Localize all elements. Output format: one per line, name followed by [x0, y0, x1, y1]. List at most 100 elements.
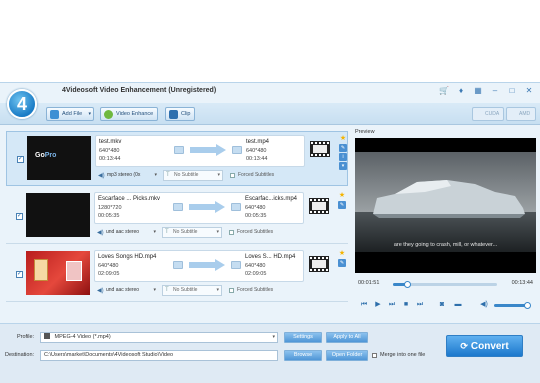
profile-select[interactable]: MPEG-4 Video (*.mp4) ▾ [40, 332, 278, 343]
source-name: Escarface ... Picks.mkv [98, 196, 161, 202]
audio-select[interactable]: mp3 stereo (0x ▾ [107, 171, 157, 181]
apply-to-all-button[interactable]: Apply to All [326, 332, 368, 343]
stop-icon[interactable]: ■ [401, 300, 411, 310]
edit-icon[interactable]: ✎ [338, 259, 346, 267]
source-resolution: 1280*720 [98, 205, 122, 211]
row-tools: ★ ✎ i ▾ [339, 134, 349, 184]
video-enhance-label: Video Enhance [116, 111, 154, 117]
file-row[interactable]: ✓ Loves Songs HD.mp4 640*480 02:09:05 Lo… [6, 247, 348, 302]
grid-icon[interactable]: ▦ [473, 86, 483, 96]
file-info: test.mkv 640*480 00:13:44 test.mp4 640*4… [95, 135, 305, 167]
skip-end-icon[interactable]: ⏭ [415, 300, 425, 310]
video-subtitle: are they going to crash, mill, or whatev… [393, 242, 498, 248]
source-duration: 02:09:05 [98, 271, 120, 277]
previous-icon[interactable]: ⏮ [359, 300, 369, 310]
toolbar: Add File ▾ Video Enhance Clip CUDA AMD [0, 103, 540, 125]
subtitle-icon: T [166, 172, 170, 178]
edit-icon[interactable]: ✎ [338, 201, 346, 209]
convert-button[interactable]: ⟳ Convert [446, 335, 523, 357]
play-icon[interactable]: ▶ [373, 300, 383, 310]
chevron-down-icon: ▾ [154, 172, 157, 178]
star-icon[interactable]: ★ [339, 135, 347, 143]
chevron-down-icon[interactable]: ▾ [88, 108, 91, 120]
file-row[interactable]: ✓ GoPro test.mkv 640*480 00:13:44 test.m… [6, 131, 348, 186]
video-thumbnail [26, 193, 90, 237]
forced-subtitles-checkbox[interactable]: Forced Subtitles [229, 228, 273, 237]
convert-label: Convert [470, 341, 509, 352]
minimize-icon[interactable]: – [490, 86, 500, 96]
key-icon[interactable]: ♦ [456, 86, 466, 96]
chevron-down-icon: ▾ [216, 229, 219, 235]
subtitle-select[interactable]: T No Subtitle ▾ [162, 285, 222, 296]
refresh-icon: ⟳ [460, 341, 468, 351]
current-time: 00:01:51 [358, 280, 380, 286]
profile-value: MPEG-4 Video (*.mp4) [54, 334, 111, 340]
target-duration: 02:09:05 [245, 271, 267, 277]
file-row[interactable]: ✓ Escarface ... Picks.mkv 1280*720 00:05… [6, 189, 348, 244]
profile-format-icon [44, 333, 50, 339]
clip-label: Clip [181, 111, 191, 117]
star-icon[interactable]: ★ [338, 192, 346, 200]
destination-field[interactable]: C:\Users\market\Documents\4Videosoft Stu… [40, 350, 278, 361]
volume-slider[interactable] [494, 302, 531, 309]
file-info: Escarface ... Picks.mkv 1280*720 00:05:3… [94, 192, 304, 224]
volume-handle[interactable] [524, 302, 531, 309]
audio-select[interactable]: und aac stereo ▾ [106, 286, 156, 296]
audio-icon: ◀) [97, 288, 104, 294]
track-options: ◀) mp3 stereo (0x ▾ T No Subtitle ▾ Forced … [95, 170, 335, 182]
cuda-badge: CUDA [472, 107, 504, 121]
progress-handle[interactable] [404, 281, 412, 288]
end-time: 00:13:44 [511, 280, 533, 286]
app-title: 4Videosoft Video Enhancement (Unregister… [62, 87, 217, 94]
convert-arrow-icon [189, 201, 225, 213]
forced-subtitles-checkbox[interactable]: Forced Subtitles [229, 286, 273, 295]
film-icon[interactable] [309, 195, 329, 217]
thumbnail-card [66, 261, 82, 281]
row-tools: ★ ✎ [338, 249, 348, 299]
volume-icon[interactable]: ◀) [479, 300, 489, 310]
film-icon[interactable] [310, 138, 330, 160]
track-options: ◀) und aac stereo ▾ T No Subtitle ▾ Forced … [94, 227, 334, 239]
chevron-down-icon: ▾ [153, 287, 156, 293]
browse-button[interactable]: Browse [284, 350, 322, 361]
snapshot-icon[interactable]: ◙ [437, 300, 447, 310]
target-duration: 00:05:35 [245, 213, 267, 219]
next-icon[interactable]: ⏭ [387, 300, 397, 310]
window-controls: 🛒 ♦ ▦ – □ ✕ [439, 86, 534, 96]
subtitle-icon: T [165, 229, 169, 235]
subtitle-select[interactable]: T No Subtitle ▾ [163, 170, 223, 181]
star-icon[interactable]: ★ [338, 250, 346, 258]
subtitle-select[interactable]: T No Subtitle ▾ [162, 227, 222, 238]
edit-icon[interactable]: ✎ [339, 144, 347, 152]
progress-track[interactable] [393, 281, 497, 288]
file-checkbox[interactable]: ✓ [16, 271, 23, 278]
cart-icon[interactable]: 🛒 [439, 86, 449, 96]
file-checkbox[interactable]: ✓ [16, 213, 23, 220]
close-icon[interactable]: ✕ [524, 86, 534, 96]
chevron-down-icon: ▾ [217, 172, 220, 178]
target-resolution: 640*480 [246, 148, 267, 154]
track-options: ◀) und aac stereo ▾ T No Subtitle ▾ Forced … [94, 285, 334, 297]
film-icon[interactable] [309, 253, 329, 275]
file-checkbox[interactable]: ✓ [17, 156, 24, 163]
folder-icon[interactable]: ▬ [453, 300, 463, 310]
target-name: Loves S... HD.mp4 [245, 254, 296, 260]
chevron-down-icon[interactable]: ▾ [272, 333, 275, 342]
audio-select[interactable]: und aac stereo ▾ [106, 228, 156, 238]
source-name: Loves Songs HD.mp4 [98, 254, 157, 260]
video-enhance-button[interactable]: Video Enhance [100, 107, 158, 121]
convert-arrow-icon [190, 144, 226, 156]
source-name: test.mkv [99, 139, 122, 145]
source-format-icon [173, 261, 183, 269]
merge-checkbox[interactable]: Merge into one file [372, 352, 425, 358]
add-file-button[interactable]: Add File ▾ [46, 107, 94, 121]
delete-icon[interactable]: ▾ [339, 162, 347, 170]
target-name: test.mp4 [246, 139, 270, 145]
open-folder-button[interactable]: Open Folder [326, 350, 368, 361]
video-thumbnail: GoPro [27, 136, 91, 180]
maximize-icon[interactable]: □ [507, 86, 517, 96]
info-icon[interactable]: i [339, 153, 347, 161]
clip-button[interactable]: Clip [165, 107, 195, 121]
settings-button[interactable]: Settings [284, 332, 322, 343]
forced-subtitles-checkbox[interactable]: Forced Subtitles [230, 171, 274, 180]
